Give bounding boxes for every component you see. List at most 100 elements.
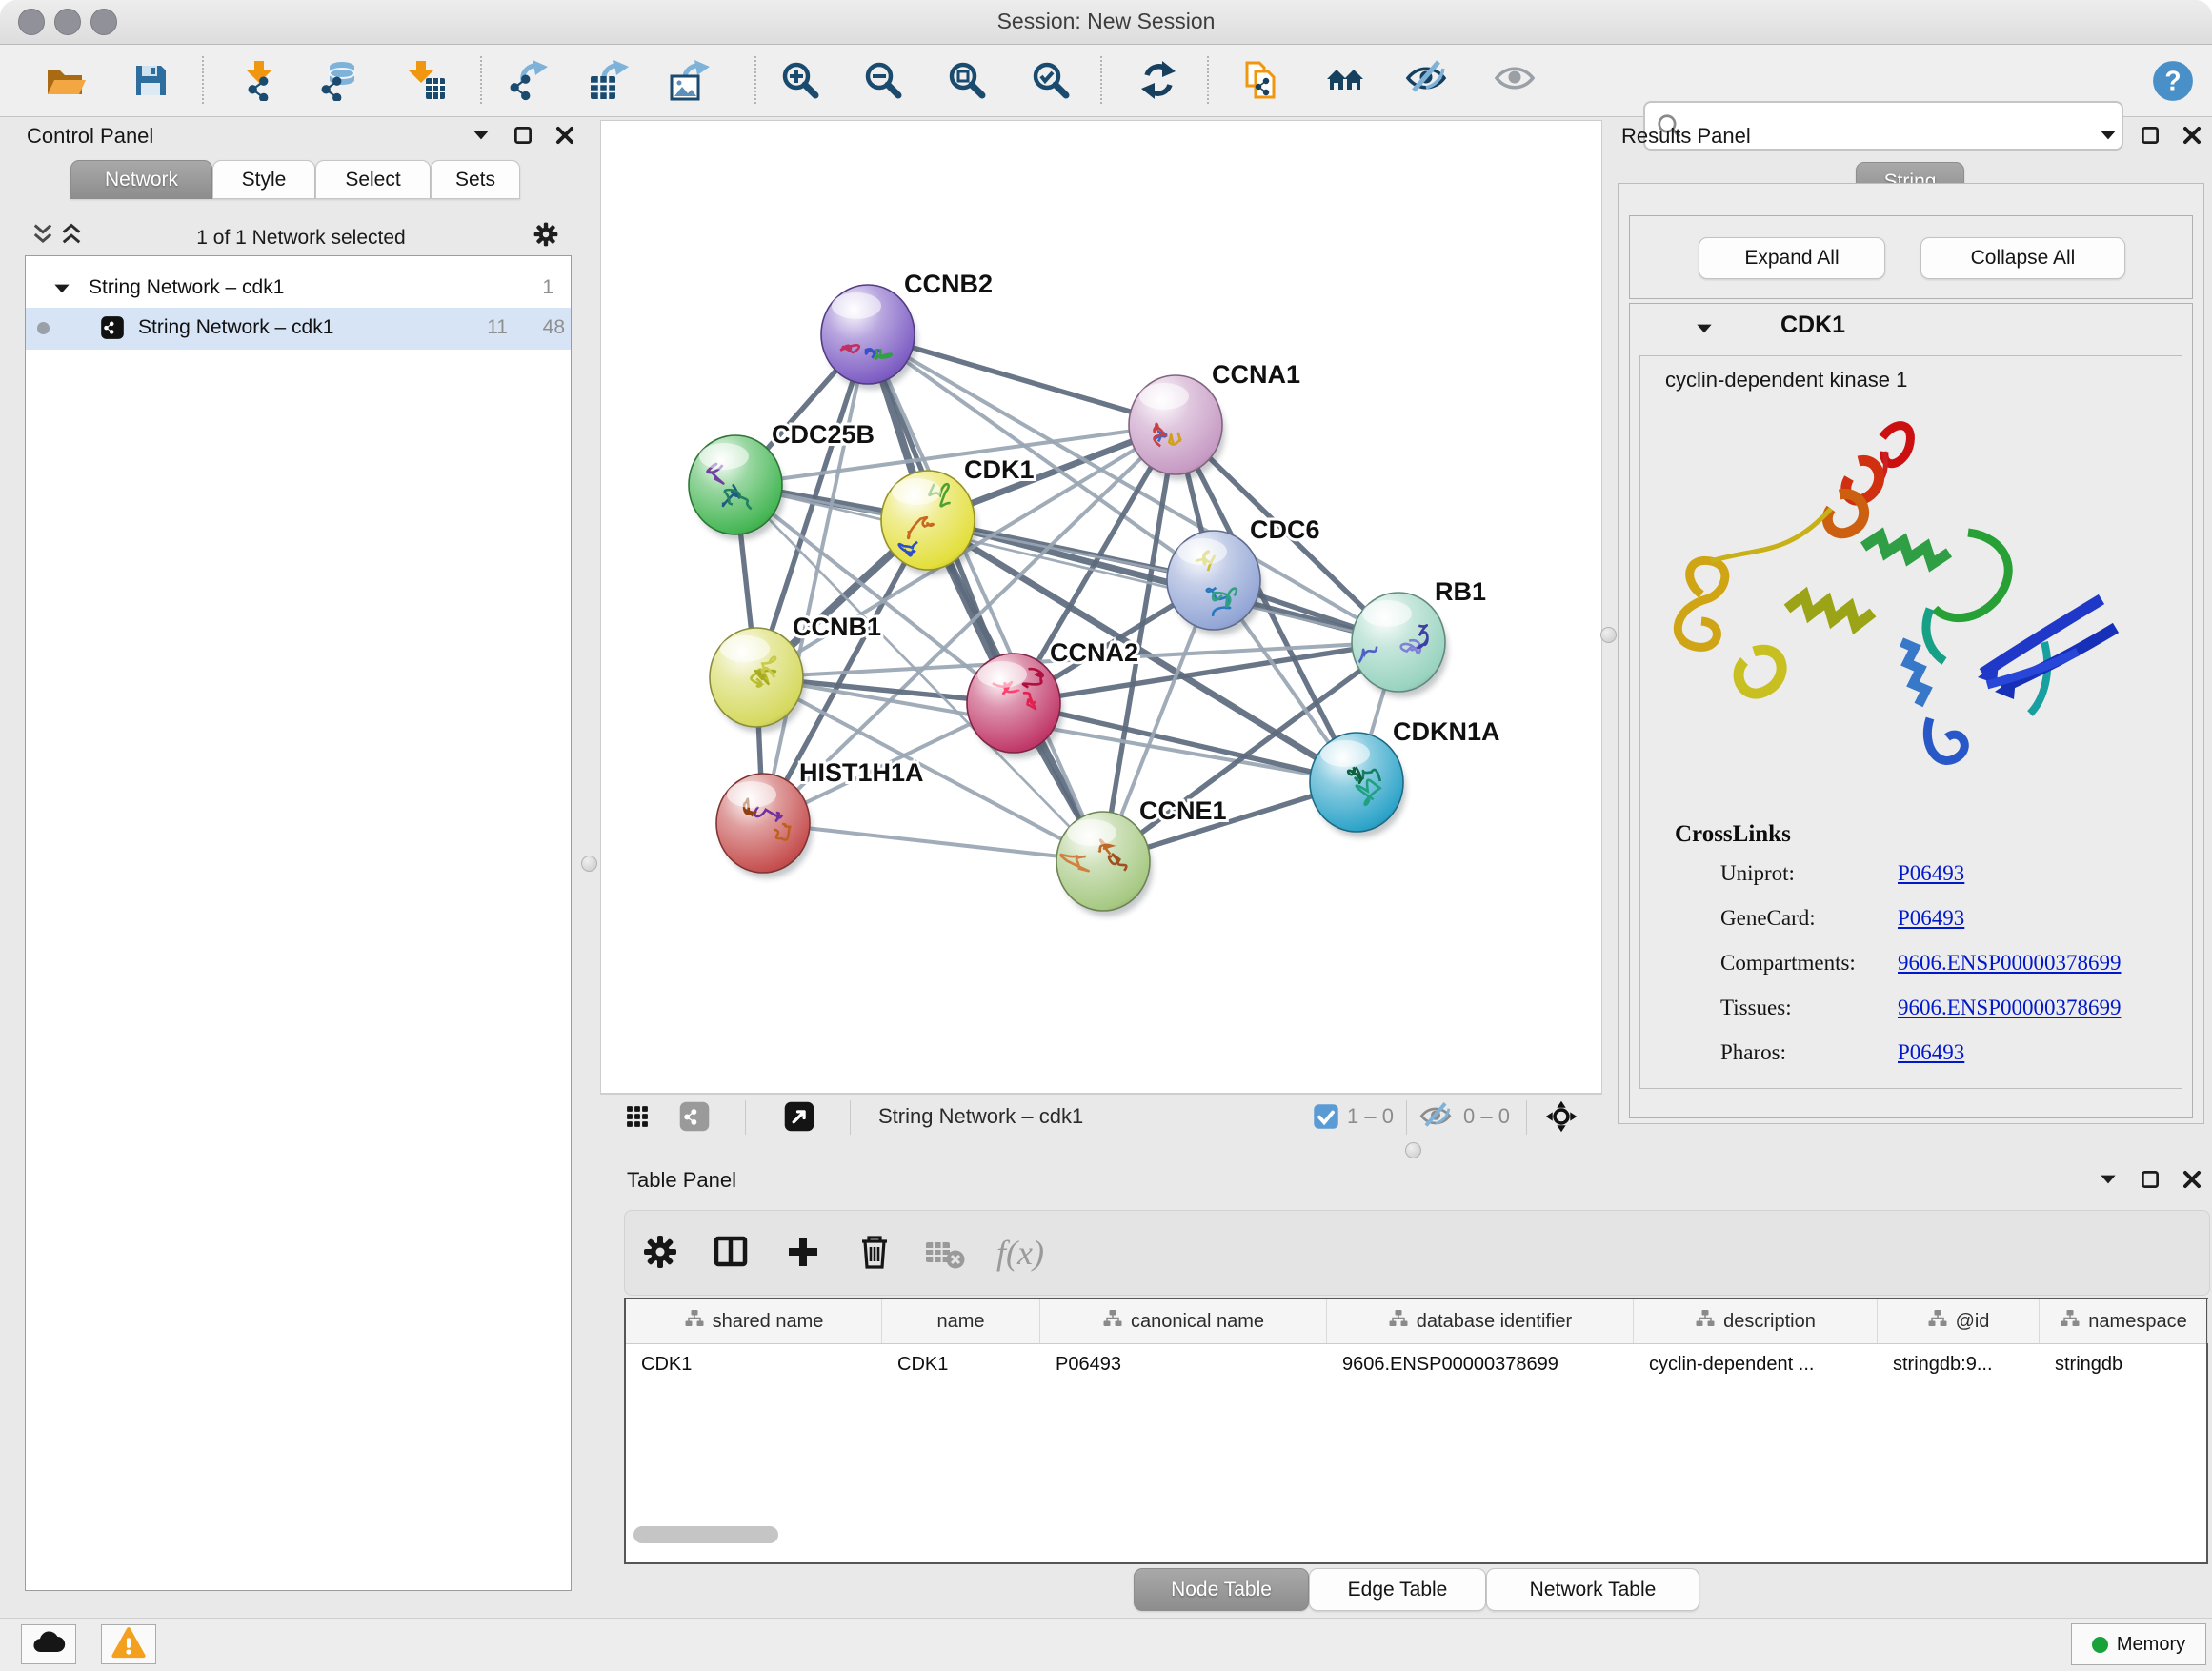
- network-options-button[interactable]: [530, 219, 562, 252]
- selected-checkbox-icon[interactable]: [1313, 1103, 1339, 1135]
- zoom-selected-icon: [1030, 59, 1072, 104]
- network-canvas[interactable]: CCNB2 CCNA1 CDC25B CDK1 CDC6: [601, 121, 1601, 1093]
- column-header-canonicalname[interactable]: canonical name: [1040, 1299, 1327, 1343]
- delete-column-button[interactable]: [850, 1228, 899, 1278]
- network-node-CDK1[interactable]: CDK1: [881, 455, 1035, 575]
- show-grid-button[interactable]: [615, 1097, 659, 1138]
- crosslink-value-link[interactable]: 9606.ENSP00000378699: [1898, 996, 2122, 1020]
- add-column-button[interactable]: [778, 1228, 828, 1278]
- tab-node-table[interactable]: Node Table: [1134, 1568, 1309, 1611]
- zoom-in-icon: [779, 59, 821, 104]
- network-view-toolbar: String Network – cdk1 1 – 0 0 – 0: [600, 1094, 1602, 1140]
- table-panel-menu-button[interactable]: [2096, 1168, 2121, 1193]
- network-node-HIST1H1A[interactable]: HIST1H1A: [716, 758, 924, 878]
- results-panel-close-button[interactable]: [2180, 124, 2204, 149]
- warning-icon: [111, 1626, 146, 1663]
- table-cell[interactable]: stringdb:9...: [1878, 1343, 2040, 1385]
- zoom-fit-button[interactable]: [939, 53, 995, 109]
- collapse-all-button[interactable]: Collapse All: [1920, 237, 2125, 279]
- toolbar-separator: [202, 56, 204, 104]
- clone-network-button[interactable]: [1233, 53, 1288, 109]
- import-network-from-file-button[interactable]: [231, 53, 287, 109]
- network-node-RB1[interactable]: RB1: [1352, 577, 1486, 697]
- table-cell[interactable]: CDK1: [626, 1343, 882, 1385]
- table-panel-float-button[interactable]: [2138, 1168, 2162, 1193]
- horizontal-scrollbar[interactable]: [633, 1526, 778, 1543]
- apply-preferred-layout-button[interactable]: [1131, 53, 1186, 109]
- crosslink-value-link[interactable]: P06493: [1898, 906, 1964, 931]
- network-edge: [763, 823, 1103, 861]
- table-cell[interactable]: P06493: [1040, 1343, 1327, 1385]
- function-builder-button[interactable]: f(x): [995, 1228, 1045, 1278]
- zoom-selected-button[interactable]: [1023, 53, 1078, 109]
- table-cell[interactable]: stringdb: [2040, 1343, 2208, 1385]
- memory-button[interactable]: Memory: [2071, 1623, 2206, 1665]
- tab-select[interactable]: Select: [315, 160, 431, 199]
- string-view-button[interactable]: [673, 1097, 716, 1138]
- export-image-button[interactable]: [663, 53, 718, 109]
- export-network-button[interactable]: [501, 53, 556, 109]
- share-network-icon: [679, 1101, 710, 1135]
- cloud-button[interactable]: [21, 1624, 76, 1664]
- zoom-in-button[interactable]: [773, 53, 828, 109]
- node-table: shared namenamecanonical namedatabase id…: [624, 1298, 2208, 1564]
- table-cell[interactable]: CDK1: [882, 1343, 1040, 1385]
- warning-button[interactable]: [101, 1624, 156, 1664]
- results-panel-float-button[interactable]: [2138, 124, 2162, 149]
- column-header-description[interactable]: description: [1634, 1299, 1878, 1343]
- vertical-splitter-handle[interactable]: [1600, 627, 1617, 643]
- split-panel-button[interactable]: [706, 1228, 755, 1278]
- save-session-button[interactable]: [123, 53, 178, 109]
- collapse-all-tree-button[interactable]: [30, 223, 55, 248]
- zoom-out-button[interactable]: [855, 53, 911, 109]
- expand-all-button[interactable]: Expand All: [1699, 237, 1885, 279]
- import-network-from-database-button[interactable]: [311, 53, 366, 109]
- column-header-namespace[interactable]: namespace: [2040, 1299, 2208, 1343]
- import-table-from-file-button[interactable]: [398, 53, 453, 109]
- birdseye-view-button[interactable]: [777, 1097, 821, 1138]
- table-settings-button[interactable]: [635, 1228, 685, 1278]
- tab-edge-table[interactable]: Edge Table: [1309, 1568, 1486, 1611]
- table-cell[interactable]: cyclin-dependent ...: [1634, 1343, 1878, 1385]
- toolbar-separator: [480, 56, 482, 104]
- tab-style[interactable]: Style: [212, 160, 315, 199]
- node-label-CDK1: CDK1: [964, 455, 1035, 484]
- column-header-name[interactable]: name: [882, 1299, 1040, 1343]
- show-all-button[interactable]: [1487, 53, 1542, 109]
- first-neighbors-button[interactable]: [1317, 53, 1373, 109]
- control-panel-float-button[interactable]: [511, 124, 535, 149]
- delete-table-button[interactable]: [919, 1228, 969, 1278]
- network-node-CCNA1[interactable]: CCNA1: [1129, 360, 1300, 480]
- protein-name[interactable]: CDK1: [1780, 312, 1845, 339]
- crosslinks-heading: CrossLinks: [1675, 821, 1791, 848]
- network-node-CDKN1A[interactable]: CDKN1A: [1310, 717, 1500, 837]
- tree-row-collection[interactable]: String Network – cdk1 1: [26, 268, 571, 310]
- open-session-button[interactable]: [37, 53, 92, 109]
- tab-sets[interactable]: Sets: [431, 160, 520, 199]
- control-panel-close-button[interactable]: [553, 124, 577, 149]
- hide-selected-button[interactable]: [1398, 53, 1454, 109]
- caret-down-icon: [1693, 317, 1716, 345]
- network-node-CCNB2[interactable]: CCNB2: [821, 270, 993, 390]
- protein-detail-box: cyclin-dependent kinase 1: [1639, 355, 2182, 1089]
- crosslink-value-link[interactable]: 9606.ENSP00000378699: [1898, 951, 2122, 976]
- vertical-splitter-handle[interactable]: [581, 856, 597, 872]
- column-header-sharedname[interactable]: shared name: [626, 1299, 882, 1343]
- table-panel-close-button[interactable]: [2180, 1168, 2204, 1193]
- column-header-databaseidentifier[interactable]: database identifier: [1327, 1299, 1634, 1343]
- fit-selected-button[interactable]: [1539, 1097, 1583, 1138]
- tab-network-table[interactable]: Network Table: [1486, 1568, 1699, 1611]
- tree-row-network[interactable]: String Network – cdk1 11 48: [26, 308, 571, 350]
- expand-all-tree-button[interactable]: [59, 223, 84, 248]
- results-panel-menu-button[interactable]: [2096, 124, 2121, 149]
- tab-network[interactable]: Network: [70, 160, 212, 199]
- export-table-button[interactable]: [582, 53, 637, 109]
- control-panel-menu-button[interactable]: [469, 124, 493, 149]
- help-button[interactable]: ?: [2151, 60, 2195, 104]
- column-header-id[interactable]: @id: [1878, 1299, 2040, 1343]
- crosslink-value-link[interactable]: P06493: [1898, 861, 1964, 886]
- horizontal-splitter-handle[interactable]: [1405, 1142, 1421, 1158]
- crosslink-value-link[interactable]: P06493: [1898, 1040, 1964, 1065]
- table-cell[interactable]: 9606.ENSP00000378699: [1327, 1343, 1634, 1385]
- search-input[interactable]: [1691, 107, 2114, 143]
